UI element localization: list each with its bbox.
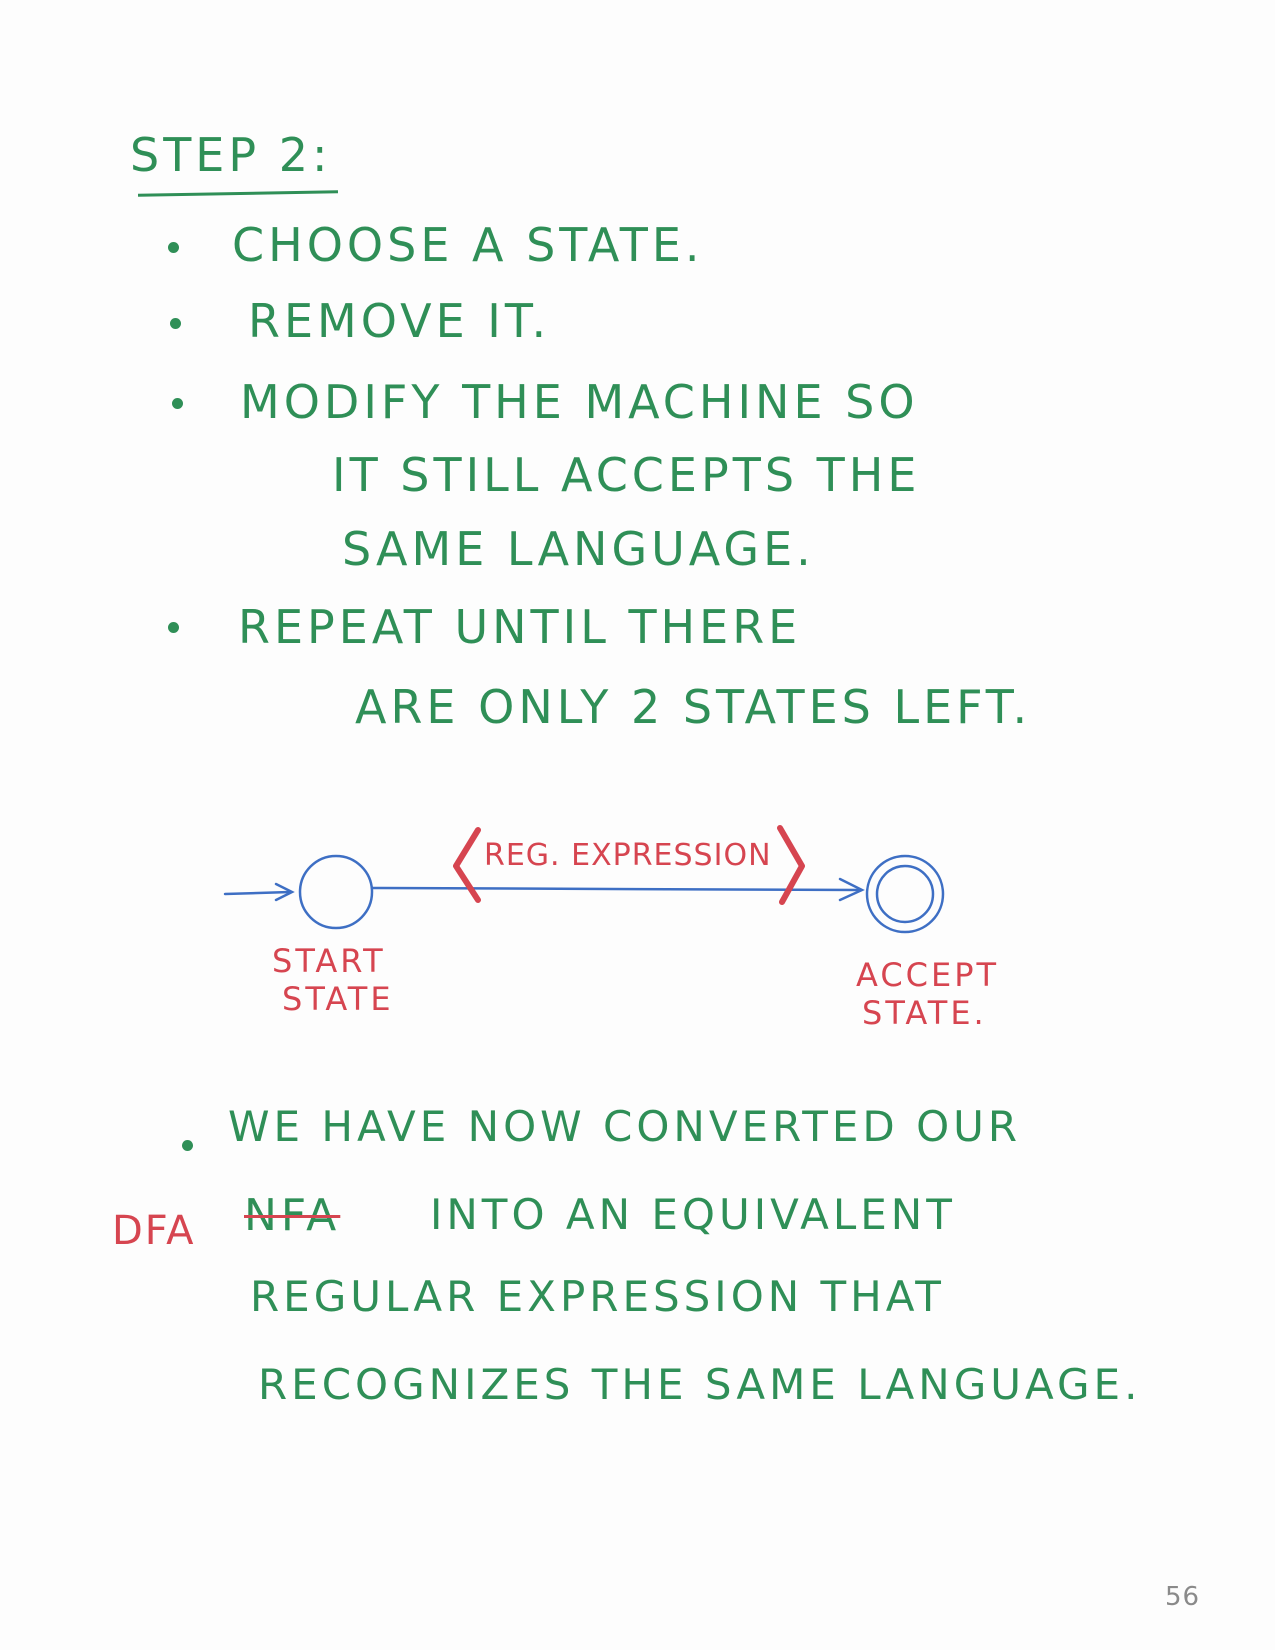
conclusion-line: REGULAR EXPRESSION THAT xyxy=(250,1272,945,1321)
accept-state-label-line: ACCEPT xyxy=(856,956,1000,994)
start-state-label-line: STATE xyxy=(282,980,394,1018)
accept-state-inner xyxy=(875,864,935,924)
accept-state-label-line: STATE. xyxy=(862,994,987,1032)
notes-page: STEP 2: CHOOSE A STATE. REMOVE IT. MODIF… xyxy=(0,0,1275,1650)
edge-label: REG. EXPRESSION xyxy=(484,838,772,873)
conclusion-line: WE HAVE NOW CONVERTED OUR xyxy=(228,1102,1022,1151)
start-state-label-line: START xyxy=(272,942,386,980)
correction-word: DFA xyxy=(112,1208,196,1254)
start-state-circle xyxy=(298,854,374,930)
conclusion-line: RECOGNIZES THE SAME LANGUAGE. xyxy=(258,1360,1142,1409)
struck-word: NFA xyxy=(244,1190,341,1241)
page-number: 56 xyxy=(1165,1582,1201,1612)
bullet-dot xyxy=(182,1140,193,1151)
accept-state-outer xyxy=(865,854,945,934)
conclusion-line: INTO AN EQUIVALENT xyxy=(430,1190,956,1239)
start-arrow xyxy=(223,882,295,902)
